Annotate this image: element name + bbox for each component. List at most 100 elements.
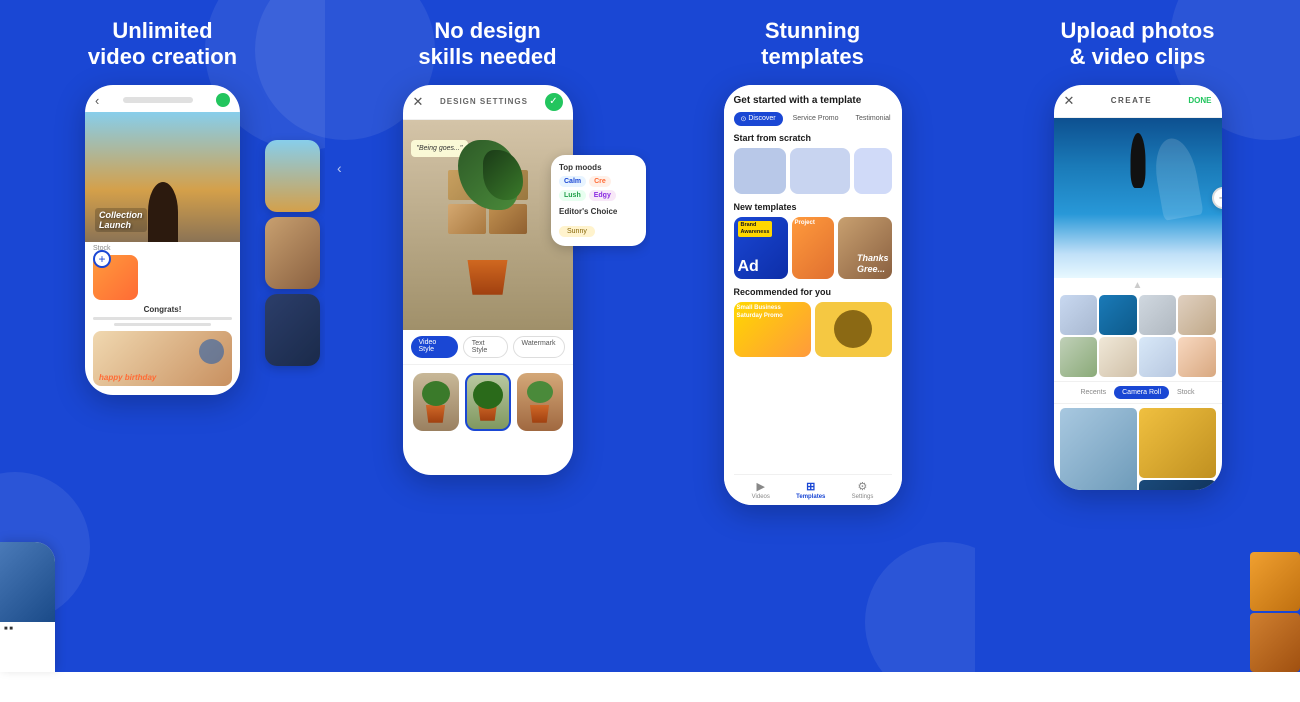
panel1-phone: ‹ Collection Launch Stock Congrats! happ… bbox=[85, 85, 240, 395]
design-header: ✕ DESIGN SETTINGS ✓ bbox=[403, 85, 573, 120]
nav-settings[interactable]: ⚙ Settings bbox=[852, 480, 874, 500]
gallery-top-right[interactable] bbox=[1139, 408, 1216, 478]
done-button[interactable]: DONE bbox=[1188, 96, 1211, 105]
plant-thumb-1[interactable] bbox=[413, 373, 459, 431]
tab-camera-roll[interactable]: Camera Roll bbox=[1114, 386, 1169, 399]
back-icon: ‹ bbox=[95, 93, 99, 108]
sunny-tag[interactable]: Sunny bbox=[559, 226, 595, 237]
panel4-phone: ✕ CREATE DONE + ▲ Recents bbox=[1054, 85, 1222, 490]
style-tabs: Video Style Text Style Watermark bbox=[403, 330, 573, 365]
extra-1 bbox=[1250, 552, 1300, 611]
template-main-title: Get started with a template bbox=[734, 95, 892, 106]
tab-text-style[interactable]: Text Style bbox=[463, 336, 508, 358]
create-header: ✕ CREATE DONE bbox=[1054, 85, 1222, 118]
leaves-1 bbox=[422, 381, 450, 406]
leaves-2 bbox=[473, 381, 503, 409]
dog-circle bbox=[834, 310, 872, 348]
bottom-gallery bbox=[1054, 404, 1222, 490]
nav-templates[interactable]: ⊞ Templates bbox=[796, 480, 825, 500]
panel1-title: Unlimited video creation bbox=[88, 18, 237, 71]
header-line bbox=[123, 97, 193, 103]
grid-photo-6[interactable] bbox=[1099, 337, 1137, 377]
scratch-row bbox=[734, 148, 892, 194]
plant-thumb-2[interactable] bbox=[465, 373, 511, 431]
plus-button[interactable]: + bbox=[93, 250, 111, 268]
divider-line2 bbox=[114, 323, 211, 326]
bottom-nav: ▶ Videos ⊞ Templates ⚙ Settings bbox=[734, 474, 892, 505]
extra-2 bbox=[1250, 613, 1300, 672]
partial-phone-left: ■ ■ bbox=[0, 542, 55, 672]
grid-photo-8[interactable] bbox=[1178, 337, 1216, 377]
pot-3 bbox=[528, 405, 552, 423]
person-figure bbox=[148, 182, 178, 242]
plus-circle[interactable]: + bbox=[1212, 187, 1222, 209]
congrats-title: Congrats! bbox=[93, 305, 232, 314]
grid-photo-1[interactable] bbox=[1060, 295, 1098, 335]
tab-service-promo[interactable]: Service Promo bbox=[786, 112, 846, 126]
phone-header: ‹ bbox=[85, 85, 240, 112]
brand-awareness-template[interactable]: BrandAwareness Ad bbox=[734, 217, 788, 279]
project-template[interactable]: Project bbox=[792, 217, 834, 279]
mood-creative[interactable]: Cre bbox=[589, 176, 611, 187]
tab-recents[interactable]: Recents bbox=[1072, 386, 1114, 399]
mood-edgy[interactable]: Edgy bbox=[589, 190, 616, 201]
create-title: CREATE bbox=[1111, 96, 1152, 105]
design-settings-title: DESIGN SETTINGS bbox=[440, 97, 528, 106]
side-thumb-1 bbox=[265, 140, 320, 212]
plant-thumbs bbox=[403, 365, 573, 439]
tab-video-style[interactable]: Video Style bbox=[411, 336, 458, 358]
template-phone-content: Get started with a template ⊙ Discover S… bbox=[724, 85, 902, 505]
tab-testimonial[interactable]: Testimonial bbox=[849, 112, 892, 126]
scratch-item-1[interactable] bbox=[734, 148, 786, 194]
design-main-image: "Being goes..." bbox=[403, 120, 573, 330]
surfer-figure bbox=[1130, 133, 1145, 188]
grid-photo-5[interactable] bbox=[1060, 337, 1098, 377]
small-biz-template[interactable]: Small BusinessSaturday Promo bbox=[734, 302, 811, 357]
plant-pot bbox=[463, 260, 513, 295]
grid-photo-7[interactable] bbox=[1139, 337, 1177, 377]
wave-shape bbox=[1150, 135, 1203, 221]
panel2-title: No design skills needed bbox=[418, 18, 556, 71]
panel2-phone: ✕ DESIGN SETTINGS ✓ "Being goes..." bbox=[403, 85, 573, 475]
tab-stock[interactable]: Stock bbox=[1169, 386, 1203, 399]
side-thumb-3 bbox=[265, 294, 320, 366]
settings-icon: ⚙ bbox=[858, 480, 868, 493]
birthday-circle bbox=[199, 339, 224, 364]
grid-photo-3[interactable] bbox=[1139, 295, 1177, 335]
extra-gallery bbox=[1250, 552, 1300, 672]
panel-upload: Upload photos & video clips ✕ CREATE DON… bbox=[975, 0, 1300, 672]
side-thumb-2 bbox=[265, 217, 320, 289]
plant-thumb-3[interactable] bbox=[517, 373, 563, 431]
tab-watermark[interactable]: Watermark bbox=[513, 336, 565, 358]
confirm-icon[interactable]: ✓ bbox=[545, 93, 563, 111]
start-scratch-title: Start from scratch bbox=[734, 133, 892, 143]
mood-calm[interactable]: Calm bbox=[559, 176, 586, 187]
close-icon[interactable]: ✕ bbox=[413, 94, 424, 110]
nav-videos[interactable]: ▶ Videos bbox=[752, 480, 770, 500]
thanks-template[interactable]: ThanksGree... bbox=[838, 217, 892, 279]
divider-line bbox=[93, 317, 232, 320]
recommended-row: Small BusinessSaturday Promo bbox=[734, 302, 892, 357]
prev-arrow[interactable]: ‹ bbox=[337, 160, 342, 176]
gallery-large[interactable] bbox=[1060, 408, 1137, 490]
arrow-up-area: ▲ bbox=[1054, 278, 1222, 293]
scratch-item-2[interactable] bbox=[790, 148, 850, 194]
mood-panel: Top moods Calm Cre Lush Edgy Editor's Ch… bbox=[551, 155, 646, 246]
crate2 bbox=[448, 204, 486, 234]
dog-template[interactable] bbox=[815, 302, 892, 357]
green-dot bbox=[216, 93, 230, 107]
partial-text: ■ ■ bbox=[0, 622, 55, 636]
grid-photo-2[interactable] bbox=[1099, 295, 1137, 335]
landscape-image: Collection Launch bbox=[85, 112, 240, 242]
congrats-section: Congrats! happy birthday bbox=[85, 305, 240, 391]
panel4-title: Upload photos & video clips bbox=[1061, 18, 1215, 71]
scratch-item-3[interactable] bbox=[854, 148, 892, 194]
small-biz-label: Small BusinessSaturday Promo bbox=[737, 305, 783, 321]
project-label: Project bbox=[795, 220, 815, 226]
gallery-bottom-right[interactable] bbox=[1139, 480, 1216, 490]
close-icon-2[interactable]: ✕ bbox=[1064, 93, 1075, 109]
mood-lush[interactable]: Lush bbox=[559, 190, 586, 201]
top-moods-title: Top moods bbox=[559, 163, 638, 172]
grid-photo-4[interactable] bbox=[1178, 295, 1216, 335]
tab-discover[interactable]: ⊙ Discover bbox=[734, 112, 783, 126]
